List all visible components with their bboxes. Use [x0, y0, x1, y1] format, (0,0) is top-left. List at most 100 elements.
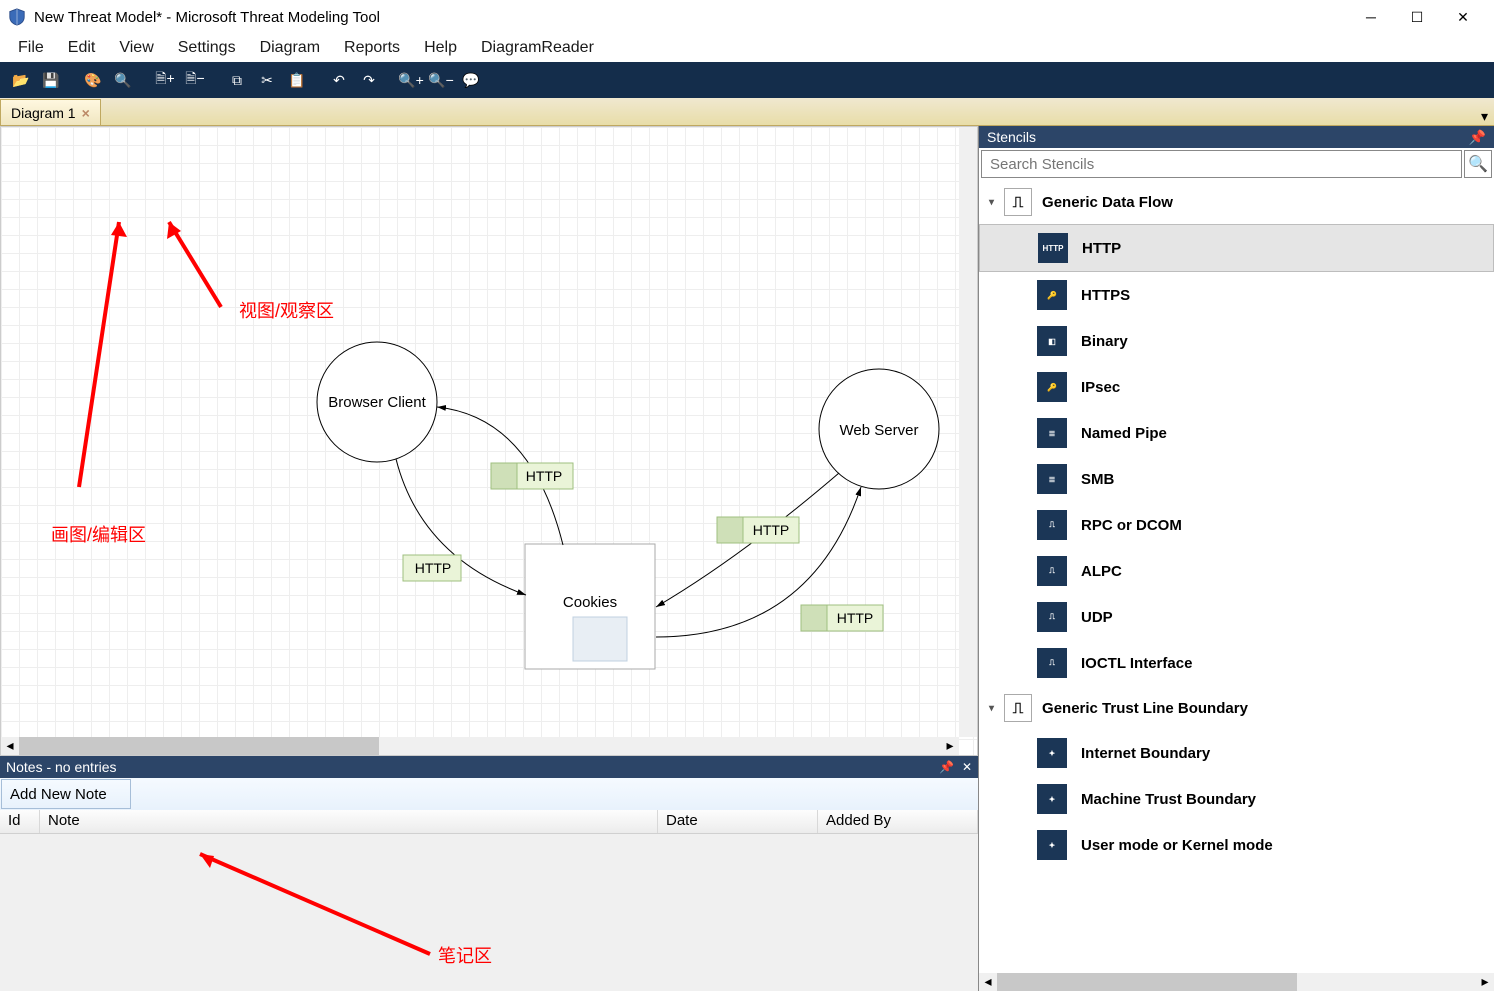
stencil-item-label: IPsec	[1081, 379, 1120, 396]
chevron-down-icon: ▾	[989, 703, 994, 714]
notes-panel-title: Notes - no entries	[6, 759, 117, 775]
flow-label: HTTP	[415, 560, 452, 576]
delete-diagram-icon[interactable]: 🗎−	[180, 65, 210, 95]
stencil-item-label: UDP	[1081, 609, 1113, 626]
cookies-doc-icon	[573, 617, 627, 661]
undo-icon[interactable]: ↶	[324, 65, 354, 95]
stencil-group-label: Generic Trust Line Boundary	[1042, 700, 1248, 717]
design-view-icon[interactable]: 🎨	[78, 65, 108, 95]
column-note[interactable]: Note	[40, 810, 658, 833]
node-web-server-label: Web Server	[840, 422, 919, 439]
pin-icon[interactable]: 📌	[939, 760, 954, 774]
stencil-item-icon: ⎍	[1037, 556, 1067, 586]
flow-label: HTTP	[526, 468, 563, 484]
stencil-item-label: RPC or DCOM	[1081, 517, 1182, 534]
menu-settings[interactable]: Settings	[166, 36, 248, 60]
annotation-view-area: 视图/观察区	[239, 297, 334, 323]
menu-help[interactable]: Help	[412, 36, 469, 60]
stencil-item-label: IOCTL Interface	[1081, 655, 1192, 672]
stencil-item[interactable]: 🔑 IPsec	[979, 364, 1494, 410]
paste-icon[interactable]: 📋	[282, 65, 312, 95]
stencil-item-icon: ⎍	[1037, 602, 1067, 632]
column-date[interactable]: Date	[658, 810, 818, 833]
column-id[interactable]: Id	[0, 810, 40, 833]
tab-dropdown-icon[interactable]: ▾	[1475, 108, 1494, 125]
stencil-item[interactable]: ≣SMB	[979, 456, 1494, 502]
flow-label: HTTP	[837, 610, 874, 626]
stencil-item[interactable]: 🔑 HTTPS	[979, 272, 1494, 318]
stencil-item[interactable]: HTTPHTTP	[979, 224, 1494, 272]
redo-icon[interactable]: ↷	[354, 65, 384, 95]
diagram-canvas[interactable]: Browser Client Web Server Cookies HTTP H…	[0, 126, 978, 756]
copy-icon[interactable]: ⧉	[222, 65, 252, 95]
tab-diagram-1[interactable]: Diagram 1 ×	[0, 99, 101, 125]
search-icon[interactable]: 🔍	[1464, 150, 1492, 178]
stencil-item-icon: ✦	[1037, 738, 1067, 768]
stencil-item-icon: ⎍	[1037, 510, 1067, 540]
stencil-item-icon: 🔑	[1037, 280, 1067, 310]
annotation-arrow	[79, 222, 119, 487]
tab-close-icon[interactable]: ×	[82, 105, 90, 121]
stencil-item-icon: 🔑	[1037, 372, 1067, 402]
menu-diagramreader[interactable]: DiagramReader	[469, 36, 606, 60]
open-icon[interactable]: 📂	[6, 65, 36, 95]
analysis-view-icon[interactable]: 🔍	[108, 65, 138, 95]
menu-edit[interactable]: Edit	[56, 36, 108, 60]
stencil-group[interactable]: ▾⎍Generic Data Flow	[979, 180, 1494, 224]
stencil-item[interactable]: ✦Machine Trust Boundary	[979, 776, 1494, 822]
stencil-item[interactable]: ⎍IOCTL Interface	[979, 640, 1494, 686]
stencil-item[interactable]: ✦ User mode or Kernel mode	[979, 822, 1494, 868]
annotation-arrow	[0, 834, 500, 994]
menu-reports[interactable]: Reports	[332, 36, 412, 60]
maximize-button[interactable]: ☐	[1394, 2, 1440, 32]
zoom-out-icon[interactable]: 🔍−	[426, 65, 456, 95]
zoom-in-icon[interactable]: 🔍+	[396, 65, 426, 95]
stencil-item-label: SMB	[1081, 471, 1114, 488]
close-icon[interactable]: ✕	[962, 760, 972, 774]
notes-panel: Notes - no entries 📌 ✕ Add New Note Id N…	[0, 756, 978, 991]
column-added-by[interactable]: Added By	[818, 810, 978, 833]
stencil-item-label: User mode or Kernel mode	[1081, 837, 1273, 854]
group-icon: ⎍	[1004, 188, 1032, 216]
add-new-note-button[interactable]: Add New Note	[1, 779, 131, 809]
stencil-tree[interactable]: ▾⎍Generic Data FlowHTTPHTTP🔑HTTPS◧Binary…	[979, 180, 1494, 973]
stencils-panel-title: Stencils	[987, 129, 1036, 145]
annotation-arrow	[169, 222, 221, 307]
stencil-group[interactable]: ▾ ⎍ Generic Trust Line Boundary	[979, 686, 1494, 730]
menu-view[interactable]: View	[107, 36, 165, 60]
stencil-item-label: HTTPS	[1081, 287, 1130, 304]
canvas-vertical-scrollbar[interactable]	[959, 127, 977, 737]
notes-icon[interactable]: 💬	[456, 65, 486, 95]
annotation-notes-area: 笔记区	[438, 942, 492, 968]
stencils-search-input[interactable]	[981, 150, 1462, 178]
chevron-down-icon: ▾	[989, 197, 994, 208]
cut-icon[interactable]: ✂	[252, 65, 282, 95]
new-diagram-icon[interactable]: 🗎+	[150, 65, 180, 95]
notes-grid-body: 笔记区	[0, 834, 978, 991]
save-icon[interactable]: 💾	[36, 65, 66, 95]
close-button[interactable]: ✕	[1440, 2, 1486, 32]
stencil-item-label: Machine Trust Boundary	[1081, 791, 1256, 808]
node-cookies-label: Cookies	[563, 594, 617, 611]
stencil-item-icon: ≣	[1037, 418, 1067, 448]
stencil-item-label: Internet Boundary	[1081, 745, 1210, 762]
menu-file[interactable]: File	[6, 36, 56, 60]
stencil-item[interactable]: ≣Named Pipe	[979, 410, 1494, 456]
stencil-item[interactable]: ⎍ALPC	[979, 548, 1494, 594]
group-icon: ⎍	[1004, 694, 1032, 722]
stencil-item[interactable]: ⎍ RPC or DCOM	[979, 502, 1494, 548]
stencil-item[interactable]: ✦ Internet Boundary	[979, 730, 1494, 776]
menu-diagram[interactable]: Diagram	[248, 36, 332, 60]
stencil-item[interactable]: ◧Binary	[979, 318, 1494, 364]
stencil-item[interactable]: ⎍ UDP	[979, 594, 1494, 640]
stencils-horizontal-scrollbar[interactable]: ◂ ▸	[979, 973, 1494, 991]
toolbar: 📂💾 🎨🔍 🗎+🗎− ⧉✂📋 ↶↷ 🔍+🔍−💬	[0, 62, 1494, 98]
stencil-item-icon: HTTP	[1038, 233, 1068, 263]
minimize-button[interactable]: ─	[1348, 2, 1394, 32]
stencil-item-icon: ✦	[1037, 830, 1067, 860]
node-browser-client-label: Browser Client	[328, 394, 426, 411]
menubar: File Edit View Settings Diagram Reports …	[0, 34, 1494, 62]
canvas-horizontal-scrollbar[interactable]: ◂ ▸	[1, 737, 959, 755]
pin-icon[interactable]: 📌	[1469, 129, 1486, 146]
app-logo-icon	[8, 8, 26, 26]
